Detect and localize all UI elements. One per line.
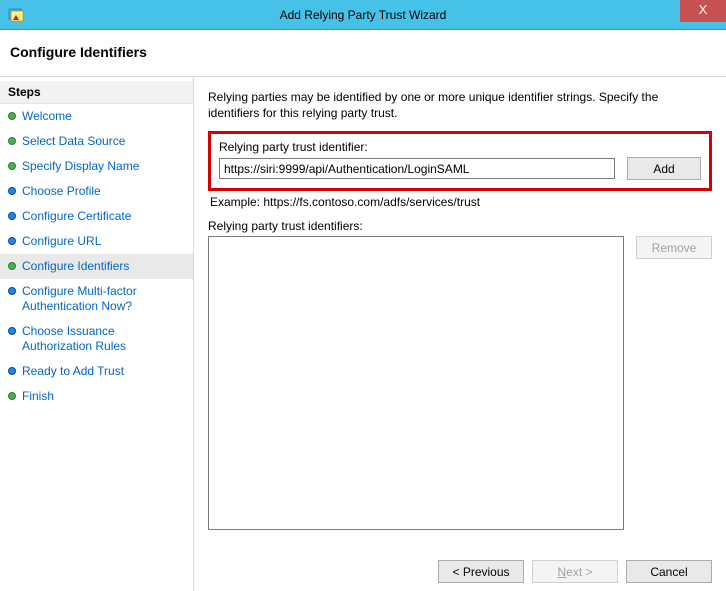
step-bullet-icon (8, 237, 16, 245)
step-label: Configure URL (22, 234, 101, 249)
step-item[interactable]: Select Data Source (0, 129, 193, 154)
description-text: Relying parties may be identified by one… (208, 89, 712, 121)
identifier-label: Relying party trust identifier: (219, 140, 701, 154)
step-label: Configure Identifiers (22, 259, 129, 274)
step-label: Ready to Add Trust (22, 364, 124, 379)
step-item[interactable]: Configure URL (0, 229, 193, 254)
step-item[interactable]: Finish (0, 384, 193, 409)
step-bullet-icon (8, 187, 16, 195)
step-bullet-icon (8, 367, 16, 375)
wizard-footer: < Previous Next > Cancel (438, 560, 712, 583)
close-button[interactable]: X (680, 0, 726, 22)
titlebar: Add Relying Party Trust Wizard X (0, 0, 726, 30)
previous-button[interactable]: < Previous (438, 560, 524, 583)
step-item[interactable]: Welcome (0, 104, 193, 129)
wizard-icon (8, 7, 24, 23)
main-panel: Relying parties may be identified by one… (194, 77, 726, 591)
step-label: Specify Display Name (22, 159, 139, 174)
step-label: Select Data Source (22, 134, 125, 149)
step-item[interactable]: Configure Certificate (0, 204, 193, 229)
step-bullet-icon (8, 162, 16, 170)
step-bullet-icon (8, 327, 16, 335)
step-bullet-icon (8, 112, 16, 120)
identifier-highlight: Relying party trust identifier: Add (208, 131, 712, 191)
add-button[interactable]: Add (627, 157, 701, 180)
step-label: Choose Issuance Authorization Rules (22, 324, 185, 354)
cancel-button[interactable]: Cancel (626, 560, 712, 583)
step-label: Choose Profile (22, 184, 101, 199)
identifiers-list-label: Relying party trust identifiers: (208, 219, 712, 233)
step-bullet-icon (8, 392, 16, 400)
remove-button: Remove (636, 236, 712, 259)
step-bullet-icon (8, 212, 16, 220)
step-label: Configure Certificate (22, 209, 131, 224)
step-item[interactable]: Specify Display Name (0, 154, 193, 179)
identifiers-listbox[interactable] (208, 236, 624, 530)
steps-title: Steps (0, 81, 193, 104)
step-bullet-icon (8, 137, 16, 145)
step-item[interactable]: Configure Identifiers (0, 254, 193, 279)
example-text: Example: https://fs.contoso.com/adfs/ser… (210, 195, 712, 209)
next-button: Next > (532, 560, 618, 583)
identifier-input[interactable] (219, 158, 615, 179)
step-label: Configure Multi-factor Authentication No… (22, 284, 185, 314)
step-item[interactable]: Choose Issuance Authorization Rules (0, 319, 193, 359)
step-label: Finish (22, 389, 54, 404)
steps-sidebar: Steps Welcome Select Data Source Specify D… (0, 77, 194, 591)
step-item[interactable]: Ready to Add Trust (0, 359, 193, 384)
step-item[interactable]: Configure Multi-factor Authentication No… (0, 279, 193, 319)
window-title: Add Relying Party Trust Wizard (0, 8, 726, 22)
step-bullet-icon (8, 287, 16, 295)
step-bullet-icon (8, 262, 16, 270)
wizard-header: Configure Identifiers (0, 30, 726, 77)
step-label: Welcome (22, 109, 72, 124)
step-item[interactable]: Choose Profile (0, 179, 193, 204)
page-title: Configure Identifiers (10, 44, 716, 60)
